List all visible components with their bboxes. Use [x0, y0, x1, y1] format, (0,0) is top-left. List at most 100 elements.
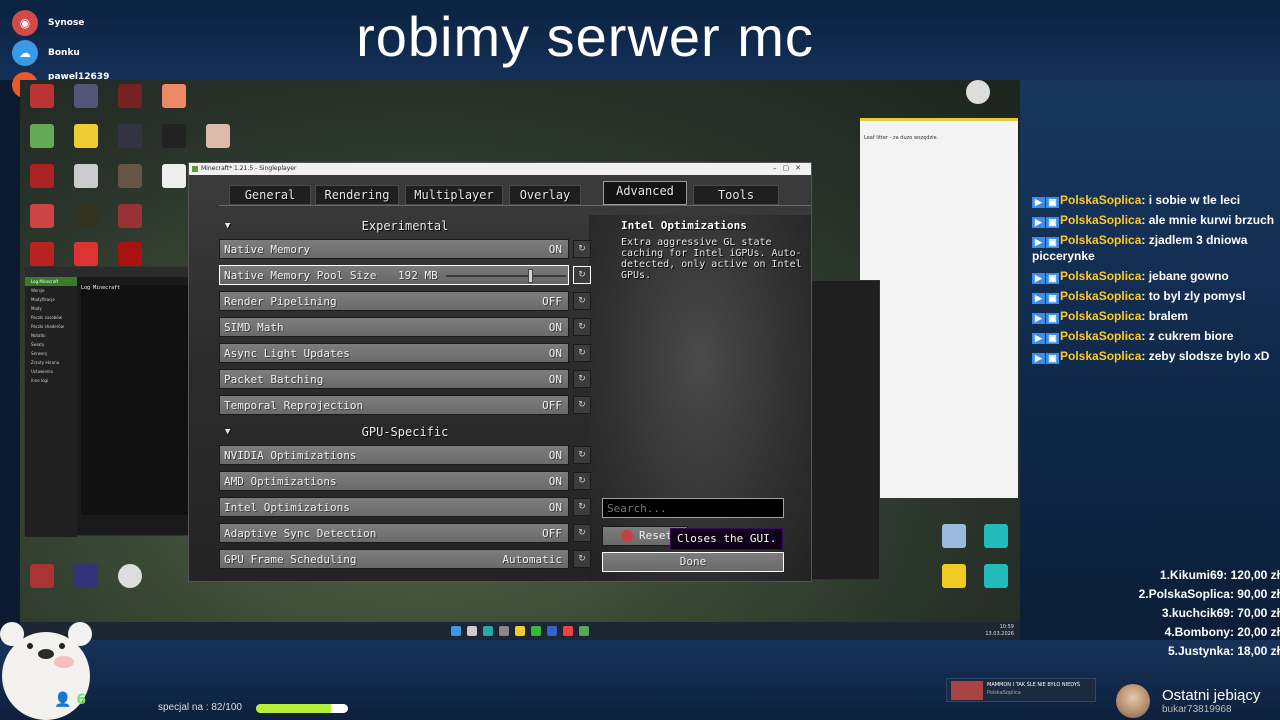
- section-experimental[interactable]: ▼ Experimental: [219, 219, 591, 237]
- tab-advanced[interactable]: Advanced: [603, 181, 687, 205]
- setting-slider[interactable]: Native Memory Pool Size 192 MB: [219, 265, 569, 285]
- desktop-icon[interactable]: [68, 242, 104, 268]
- desktop-icon[interactable]: [68, 164, 104, 190]
- launcher-nav-item[interactable]: Mody: [25, 304, 77, 313]
- reset-icon[interactable]: ↻: [573, 524, 591, 542]
- done-button[interactable]: Done: [602, 552, 784, 572]
- setting-button[interactable]: SIMD Math ON: [219, 317, 569, 337]
- browser-icon[interactable]: [483, 626, 493, 636]
- tab-general[interactable]: General: [229, 185, 311, 205]
- chat-username[interactable]: PolskaSoplica: [1060, 309, 1141, 323]
- tab-multiplayer[interactable]: Multiplayer: [405, 185, 503, 205]
- desktop-icon[interactable]: [978, 524, 1014, 550]
- setting-button[interactable]: GPU Frame Scheduling Automatic: [219, 549, 569, 569]
- desktop-icon[interactable]: [24, 564, 60, 590]
- chat-username[interactable]: PolskaSoplica: [1060, 213, 1141, 227]
- desktop-icon[interactable]: [156, 84, 192, 110]
- desktop-icon[interactable]: [24, 84, 60, 110]
- setting-button[interactable]: Adaptive Sync Detection OFF: [219, 523, 569, 543]
- reset-icon[interactable]: ↻: [573, 292, 591, 310]
- reset-icon[interactable]: ↻: [573, 550, 591, 568]
- reset-icon[interactable]: ↻: [573, 498, 591, 516]
- launcher-nav-item[interactable]: Inne logi: [25, 376, 77, 385]
- setting-button[interactable]: Async Light Updates ON: [219, 343, 569, 363]
- desktop-icon[interactable]: [112, 124, 148, 150]
- launcher-nav-item[interactable]: Zrzuty ekranu: [25, 358, 77, 367]
- desktop-icon[interactable]: [960, 80, 996, 106]
- search-input[interactable]: Search...: [602, 498, 784, 518]
- desktop-icon[interactable]: [156, 164, 192, 190]
- slider-handle[interactable]: [527, 269, 533, 283]
- chat-username[interactable]: PolskaSoplica: [1060, 233, 1141, 247]
- tab-overlay[interactable]: Overlay: [509, 185, 581, 205]
- setting-button[interactable]: AMD Optimizations ON: [219, 471, 569, 491]
- launcher-titlebar: [25, 267, 193, 277]
- setting-button[interactable]: Packet Batching ON: [219, 369, 569, 389]
- desktop-icon[interactable]: [24, 242, 60, 268]
- reset-icon[interactable]: ↻: [573, 240, 591, 258]
- notes-window[interactable]: Leaf litter - za duzo wszędzie.: [860, 118, 1018, 498]
- tab-rendering[interactable]: Rendering: [315, 185, 399, 205]
- launcher-nav-item[interactable]: Notatki: [25, 331, 77, 340]
- desktop-icon[interactable]: [68, 204, 104, 230]
- slider-track[interactable]: [446, 275, 566, 277]
- launcher-nav-item[interactable]: Ustawienia: [25, 367, 77, 376]
- chat-username[interactable]: PolskaSoplica: [1060, 193, 1141, 207]
- search-icon[interactable]: [467, 626, 477, 636]
- minecraft-icon[interactable]: [579, 626, 589, 636]
- desktop-icon[interactable]: [156, 124, 192, 150]
- app-icon[interactable]: [563, 626, 573, 636]
- launcher-nav: Log Minecraft Wersje Modyfikacje Mody Pa…: [25, 277, 77, 537]
- desktop-icon[interactable]: [936, 524, 972, 550]
- setting-button[interactable]: NVIDIA Optimizations ON: [219, 445, 569, 465]
- reset-icon[interactable]: ↻: [573, 344, 591, 362]
- reset-icon[interactable]: ↻: [573, 472, 591, 490]
- desktop-icon[interactable]: [68, 84, 104, 110]
- chat-username[interactable]: PolskaSoplica: [1060, 329, 1141, 343]
- desktop-icon[interactable]: [112, 564, 148, 590]
- setting-simd-math: SIMD Math ON ↻: [219, 317, 591, 337]
- desktop-icon[interactable]: [24, 204, 60, 230]
- chat-username[interactable]: PolskaSoplica: [1060, 349, 1141, 363]
- reset-icon[interactable]: ↻: [573, 318, 591, 336]
- setting-button[interactable]: Native Memory ON: [219, 239, 569, 259]
- launcher-nav-item[interactable]: Paczki zasobów: [25, 313, 77, 322]
- start-icon[interactable]: [451, 626, 461, 636]
- chat-username[interactable]: PolskaSoplica: [1060, 289, 1141, 303]
- taskbar-clock[interactable]: 10:59 13.03.2026: [985, 624, 1014, 638]
- desktop-icon[interactable]: [68, 564, 104, 590]
- launcher-window[interactable]: Log Minecraft Wersje Modyfikacje Mody Pa…: [24, 266, 194, 537]
- folder-icon[interactable]: [515, 626, 525, 636]
- section-gpu-specific[interactable]: ▼ GPU-Specific: [219, 425, 591, 443]
- reset-icon[interactable]: ↻: [573, 370, 591, 388]
- launcher-nav-item[interactable]: Modyfikacje: [25, 295, 77, 304]
- minecraft-window[interactable]: Minecraft* 1.21.5 - Singleplayer –▢✕ Gen…: [188, 162, 812, 582]
- launcher-nav-item[interactable]: Światy: [25, 340, 77, 349]
- launcher-nav-item[interactable]: Serwery: [25, 349, 77, 358]
- reset-icon[interactable]: ↻: [573, 266, 591, 284]
- tab-tools[interactable]: Tools: [693, 185, 779, 205]
- setting-button[interactable]: Temporal Reprojection OFF: [219, 395, 569, 415]
- desktop-icon[interactable]: [200, 124, 236, 150]
- desktop-icon[interactable]: [68, 124, 104, 150]
- window-controls[interactable]: –▢✕: [773, 164, 807, 172]
- launcher-nav-item[interactable]: Wersje: [25, 286, 77, 295]
- app-icon[interactable]: [531, 626, 541, 636]
- launcher-nav-item[interactable]: Paczki shaderów: [25, 322, 77, 331]
- settings-icon[interactable]: [499, 626, 509, 636]
- desktop-icon[interactable]: [112, 242, 148, 268]
- desktop-icon[interactable]: [24, 124, 60, 150]
- desktop-icon[interactable]: [978, 564, 1014, 590]
- desktop-icon[interactable]: [24, 164, 60, 190]
- chat-username[interactable]: PolskaSoplica: [1060, 269, 1141, 283]
- reset-icon[interactable]: ↻: [573, 396, 591, 414]
- desktop-icon[interactable]: [112, 204, 148, 230]
- app-icon[interactable]: [547, 626, 557, 636]
- desktop-icon[interactable]: [112, 164, 148, 190]
- setting-button[interactable]: Intel Optimizations ON: [219, 497, 569, 517]
- desktop-icon[interactable]: [112, 84, 148, 110]
- setting-button[interactable]: Render Pipelining OFF: [219, 291, 569, 311]
- launcher-nav-item[interactable]: Log Minecraft: [25, 277, 77, 286]
- reset-icon[interactable]: ↻: [573, 446, 591, 464]
- desktop-icon[interactable]: [936, 564, 972, 590]
